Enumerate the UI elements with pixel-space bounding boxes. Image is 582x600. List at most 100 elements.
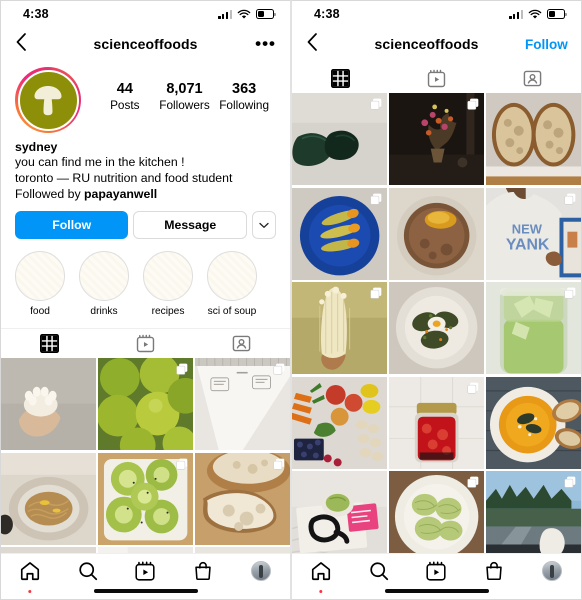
- tagged-icon: [524, 70, 542, 86]
- grid-post[interactable]: [388, 282, 485, 375]
- carousel-indicator-icon: [370, 98, 382, 110]
- highlight-recipes[interactable]: recipes: [143, 251, 193, 317]
- grid-tab[interactable]: [1, 329, 97, 358]
- grid-post[interactable]: [388, 376, 485, 470]
- home-icon: [311, 561, 330, 580]
- grid-post[interactable]: [1, 452, 97, 546]
- grid-post[interactable]: [97, 452, 194, 546]
- status-time: 4:38: [314, 7, 340, 21]
- signal-bars-icon: [218, 9, 232, 19]
- post-thumbnail: [1, 358, 97, 451]
- profile-header: 44 Posts 8,071 Followers 363 Following: [1, 61, 290, 133]
- tagged-tab[interactable]: [485, 63, 581, 93]
- story-highlights: food drinks recipes sci of soup: [1, 239, 290, 317]
- grid-post[interactable]: [292, 187, 388, 281]
- profile-username-title: scienceoffoods: [93, 36, 198, 52]
- home-nav-item[interactable]: [292, 554, 350, 599]
- profile-nav-item[interactable]: [232, 554, 290, 599]
- grid-post[interactable]: [485, 282, 581, 375]
- carousel-indicator-icon: [176, 458, 188, 470]
- bio-line-2: toronto — RU nutrition and food student: [15, 170, 233, 185]
- bio-line-1: you can find me in the kitchen !: [15, 155, 185, 169]
- grid-post[interactable]: [194, 452, 290, 546]
- reels-tab[interactable]: [388, 63, 484, 93]
- profile-username-title: scienceoffoods: [374, 36, 479, 52]
- reels-icon: [136, 334, 155, 353]
- carousel-indicator-icon: [176, 363, 188, 375]
- grid-post[interactable]: NEW YANK: [485, 187, 581, 281]
- followed-by-text: Followed by papayanwell: [15, 186, 276, 203]
- status-bar: 4:38: [292, 1, 581, 27]
- mushroom-avatar: [17, 69, 79, 131]
- carousel-indicator-icon: [273, 458, 285, 470]
- grid-post[interactable]: [388, 187, 485, 281]
- follow-button[interactable]: Follow: [15, 211, 129, 239]
- grid-post[interactable]: [485, 93, 581, 186]
- grid-post[interactable]: [388, 93, 485, 186]
- followed-by-username[interactable]: papayanwell: [84, 187, 157, 201]
- grid-icon: [330, 68, 350, 88]
- grid-post[interactable]: [194, 358, 290, 451]
- stat-following[interactable]: 363 Following: [217, 81, 271, 112]
- profile-avatar-icon: [251, 560, 272, 581]
- highlight-drinks[interactable]: drinks: [79, 251, 129, 317]
- home-nav-item[interactable]: [1, 554, 59, 599]
- status-time: 4:38: [23, 7, 49, 21]
- search-icon: [370, 561, 388, 580]
- carousel-indicator-icon: [564, 476, 576, 488]
- post-thumbnail: [1, 452, 97, 545]
- post-thumbnail: [388, 282, 485, 375]
- shop-bag-icon: [195, 561, 212, 580]
- grid-post[interactable]: [292, 93, 388, 186]
- followed-by-prefix: Followed by: [15, 187, 85, 201]
- grid-post[interactable]: [292, 471, 388, 564]
- message-button[interactable]: Message: [133, 211, 247, 239]
- grid-post[interactable]: [485, 471, 581, 564]
- back-chevron-icon[interactable]: [15, 32, 37, 56]
- follow-link-button[interactable]: Follow: [525, 37, 568, 52]
- profile-nav-item[interactable]: [523, 554, 581, 599]
- profile-tab-bar: [1, 328, 290, 358]
- grid-post[interactable]: [1, 358, 97, 451]
- grid-post[interactable]: [292, 282, 388, 375]
- reels-tab[interactable]: [97, 329, 193, 358]
- battery-icon: [256, 9, 276, 19]
- search-icon: [79, 561, 97, 580]
- profile-nav-bar: scienceoffoods •••: [1, 27, 290, 61]
- right-phone-frame: 4:38 scienceoffoods Follow NEW YANK: [291, 0, 582, 600]
- tagged-icon: [233, 335, 251, 352]
- shop-bag-icon: [486, 561, 503, 580]
- wifi-icon: [237, 9, 251, 19]
- carousel-indicator-icon: [564, 193, 576, 205]
- grid-post[interactable]: [292, 376, 388, 470]
- grid-tab[interactable]: [292, 63, 388, 93]
- home-notification-badge: [28, 589, 32, 593]
- profile-bio: sydney you can find me in the kitchen ! …: [1, 133, 290, 203]
- stat-followers[interactable]: 8,071 Followers: [157, 81, 211, 112]
- more-options-icon[interactable]: •••: [254, 35, 276, 52]
- post-thumbnail: [485, 376, 581, 469]
- highlight-cover: [15, 251, 65, 301]
- carousel-indicator-icon: [467, 98, 479, 110]
- highlight-sci-of-soup[interactable]: sci of soup: [207, 251, 257, 317]
- highlight-cover: [143, 251, 193, 301]
- battery-icon: [547, 9, 567, 19]
- reels-icon: [426, 561, 447, 581]
- profile-action-buttons: Follow Message: [1, 203, 290, 239]
- highlight-food[interactable]: food: [15, 251, 65, 317]
- stat-posts[interactable]: 44 Posts: [98, 81, 152, 112]
- grid-post[interactable]: [97, 358, 194, 451]
- chevron-down-icon[interactable]: [252, 211, 276, 239]
- profile-display-name: sydney: [15, 140, 58, 154]
- reels-icon: [135, 561, 156, 581]
- grid-post[interactable]: [388, 471, 485, 564]
- status-bar: 4:38: [1, 1, 290, 27]
- grid-post[interactable]: [485, 376, 581, 470]
- profile-avatar-ring[interactable]: [15, 67, 81, 133]
- tagged-tab[interactable]: [194, 329, 290, 358]
- grid-icon: [39, 334, 59, 353]
- back-chevron-icon[interactable]: [306, 32, 328, 56]
- svg-text:YANK: YANK: [506, 236, 550, 253]
- home-indicator: [384, 589, 489, 593]
- reels-icon: [427, 69, 446, 87]
